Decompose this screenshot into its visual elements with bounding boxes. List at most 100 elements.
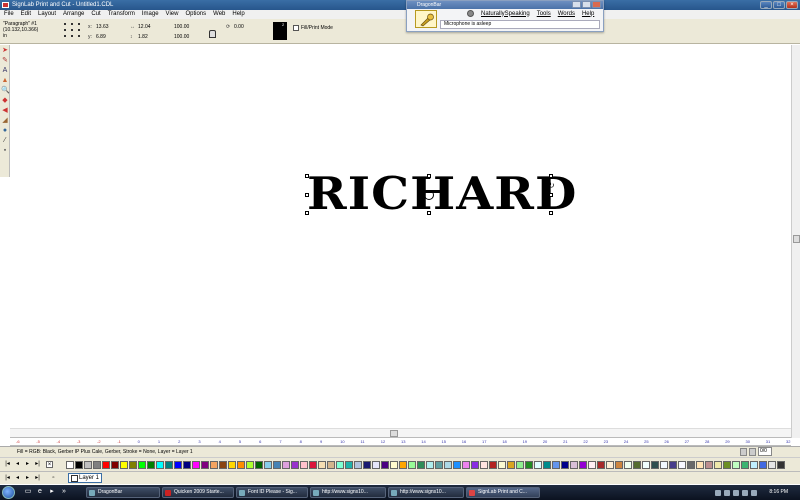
color-swatch[interactable] bbox=[750, 461, 758, 469]
minimize-button[interactable]: _ bbox=[760, 1, 772, 9]
selection-handle[interactable] bbox=[427, 174, 431, 178]
color-swatch[interactable] bbox=[84, 461, 92, 469]
horizontal-scrollbar[interactable] bbox=[10, 428, 791, 437]
color-swatch[interactable] bbox=[381, 461, 389, 469]
taskbar-signlab[interactable]: SignLab Print and C... bbox=[466, 487, 540, 498]
color-swatch[interactable] bbox=[363, 461, 371, 469]
color-swatch[interactable] bbox=[426, 461, 434, 469]
width-field[interactable]: ↔ 12.04 bbox=[130, 24, 151, 30]
selection-handle[interactable] bbox=[549, 193, 553, 197]
color-swatch[interactable] bbox=[705, 461, 713, 469]
color-swatch[interactable] bbox=[516, 461, 524, 469]
color-swatch[interactable] bbox=[255, 461, 263, 469]
dragon-menu-naturallyspeaking[interactable]: NaturallySpeaking bbox=[481, 11, 530, 17]
page-indicator[interactable]: 0/0 bbox=[758, 447, 772, 456]
color-swatch[interactable] bbox=[201, 461, 209, 469]
layer-tab[interactable]: Layer 1 bbox=[68, 473, 102, 483]
color-swatch[interactable] bbox=[489, 461, 497, 469]
paint-tool-icon[interactable]: ◀ bbox=[1, 107, 9, 115]
zoom-tool-icon[interactable]: 🔍 bbox=[1, 87, 10, 95]
dragonbar-restore-button[interactable] bbox=[582, 1, 591, 8]
microphone-icon[interactable] bbox=[415, 10, 437, 28]
color-swatch[interactable] bbox=[453, 461, 461, 469]
menu-cut[interactable]: Cut bbox=[91, 10, 100, 19]
tray-update-icon[interactable] bbox=[751, 489, 757, 496]
taskbar-signs101-2[interactable]: http://www.signs10... bbox=[388, 487, 464, 498]
horizontal-scroll-thumb[interactable] bbox=[390, 430, 398, 437]
color-swatch[interactable] bbox=[183, 461, 191, 469]
color-swatch[interactable] bbox=[345, 461, 353, 469]
text-tool-icon[interactable]: A bbox=[1, 67, 9, 75]
color-swatch[interactable] bbox=[552, 461, 560, 469]
menu-web[interactable]: Web bbox=[213, 10, 225, 19]
vertical-scroll-thumb[interactable] bbox=[793, 235, 800, 243]
selection-handle[interactable] bbox=[549, 174, 553, 178]
menu-options[interactable]: Options bbox=[185, 10, 206, 19]
color-swatch[interactable] bbox=[282, 461, 290, 469]
color-swatch[interactable] bbox=[633, 461, 641, 469]
scale-x-field[interactable]: 100.00 bbox=[174, 24, 189, 30]
menu-edit[interactable]: Edit bbox=[21, 10, 31, 19]
color-swatch[interactable] bbox=[435, 461, 443, 469]
menu-image[interactable]: Image bbox=[142, 10, 159, 19]
height-field[interactable]: ↕ 1.82 bbox=[130, 34, 148, 40]
color-swatch[interactable] bbox=[156, 461, 164, 469]
color-swatch[interactable] bbox=[300, 461, 308, 469]
color-swatch[interactable] bbox=[174, 461, 182, 469]
color-swatch[interactable] bbox=[336, 461, 344, 469]
weed-tool-icon[interactable]: ● bbox=[1, 127, 9, 135]
page-icon[interactable] bbox=[740, 447, 747, 456]
dragonbar-minimize-button[interactable] bbox=[572, 1, 581, 8]
dragon-menu-tools[interactable]: Tools bbox=[537, 11, 551, 17]
color-swatch[interactable] bbox=[525, 461, 533, 469]
tray-volume-icon[interactable] bbox=[724, 489, 730, 496]
richard-text-object[interactable]: RICHARD ↻ bbox=[305, 169, 576, 219]
color-swatch[interactable] bbox=[624, 461, 632, 469]
color-swatch[interactable] bbox=[462, 461, 470, 469]
ie-icon[interactable]: e bbox=[36, 488, 44, 496]
scale-y-field[interactable]: 100.00 bbox=[174, 34, 189, 40]
selection-handle[interactable] bbox=[427, 211, 431, 215]
tray-security-icon[interactable] bbox=[733, 489, 739, 496]
fill-tool-icon[interactable]: ◆ bbox=[1, 97, 9, 105]
lock-proportions-icon[interactable] bbox=[209, 30, 216, 38]
color-swatch[interactable] bbox=[66, 461, 74, 469]
color-swatch[interactable] bbox=[228, 461, 236, 469]
color-swatch[interactable] bbox=[75, 461, 83, 469]
menu-file[interactable]: File bbox=[4, 10, 14, 19]
menu-transform[interactable]: Transform bbox=[108, 10, 135, 19]
color-swatch[interactable] bbox=[669, 461, 677, 469]
dragon-menu-words[interactable]: Words bbox=[558, 11, 575, 17]
palette-last-icon[interactable]: ▸| bbox=[34, 461, 41, 468]
color-swatch[interactable] bbox=[732, 461, 740, 469]
color-swatch[interactable] bbox=[102, 461, 110, 469]
color-swatch[interactable] bbox=[723, 461, 731, 469]
color-swatch[interactable] bbox=[687, 461, 695, 469]
color-swatch[interactable] bbox=[219, 461, 227, 469]
color-swatch[interactable] bbox=[660, 461, 668, 469]
color-swatch[interactable] bbox=[579, 461, 587, 469]
layer-prev-icon[interactable]: ◂ bbox=[14, 475, 21, 482]
color-swatch[interactable] bbox=[768, 461, 776, 469]
color-swatch[interactable] bbox=[480, 461, 488, 469]
color-swatch[interactable] bbox=[192, 461, 200, 469]
color-swatch[interactable] bbox=[93, 461, 101, 469]
shape-tool-icon[interactable]: ▲ bbox=[1, 77, 9, 85]
vertical-scrollbar[interactable] bbox=[791, 45, 800, 438]
color-swatch[interactable] bbox=[777, 461, 785, 469]
no-fill-swatch-icon[interactable]: × bbox=[46, 461, 53, 468]
taskbar-dragonbar[interactable]: DragonBar bbox=[86, 487, 160, 498]
taskbar-signs101-1[interactable]: http://www.signs10... bbox=[310, 487, 386, 498]
color-swatch[interactable] bbox=[561, 461, 569, 469]
selection-handle[interactable] bbox=[549, 211, 553, 215]
selection-handle[interactable] bbox=[305, 193, 309, 197]
color-swatch[interactable] bbox=[597, 461, 605, 469]
start-button[interactable] bbox=[2, 486, 15, 499]
quicklaunch-more-icon[interactable]: » bbox=[60, 488, 68, 496]
y-position-field[interactable]: y: 6.89 bbox=[88, 34, 106, 40]
color-swatch[interactable] bbox=[651, 461, 659, 469]
clock[interactable]: 8:16 PM bbox=[769, 489, 788, 495]
color-swatch[interactable] bbox=[129, 461, 137, 469]
fill-print-mode-toggle[interactable]: Fill/Print Mode bbox=[293, 25, 333, 31]
reference-point-grid-icon[interactable] bbox=[64, 23, 82, 39]
